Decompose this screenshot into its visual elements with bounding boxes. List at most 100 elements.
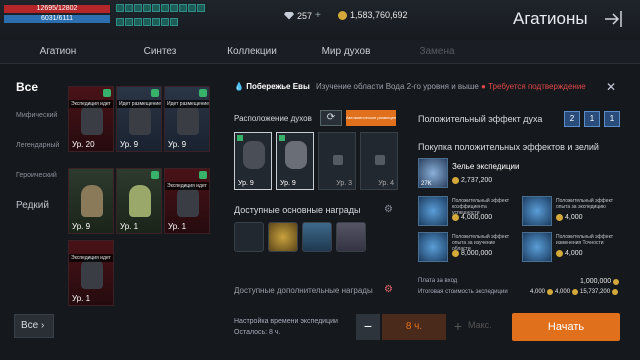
decrease-button[interactable]: − bbox=[356, 314, 380, 340]
filter-legendary[interactable]: Легендарный bbox=[16, 142, 59, 149]
buff-icon[interactable] bbox=[161, 4, 169, 12]
potion-icon[interactable]: 27K bbox=[418, 158, 448, 188]
agathion-level: Ур. 1 bbox=[168, 222, 187, 231]
agathion-status: Идет размещение... bbox=[117, 100, 161, 108]
agathion-card[interactable]: Идет размещение... Ур. 9 bbox=[116, 86, 162, 152]
refresh-button[interactable]: ⟳ bbox=[320, 110, 342, 126]
location-condition: Изучение области Вода 2-го уровня и выше bbox=[316, 82, 479, 91]
increase-button[interactable]: + bbox=[448, 314, 468, 340]
settings-icon[interactable]: ⚙ bbox=[384, 204, 393, 215]
effect-item-price: 4,000,000 bbox=[452, 214, 492, 221]
location-name: Побережье Евы bbox=[246, 82, 310, 91]
gold-coin-icon bbox=[572, 289, 579, 295]
spirit-slot[interactable]: Ур. 9 bbox=[234, 132, 272, 190]
reward-item[interactable] bbox=[268, 222, 298, 252]
buff-icons[interactable] bbox=[116, 4, 206, 30]
agathion-level: Ур. 9 bbox=[72, 222, 91, 231]
tab-collections[interactable]: Коллекции bbox=[204, 40, 300, 64]
buff-icon[interactable] bbox=[161, 17, 169, 26]
effect-counter[interactable]: 2 bbox=[564, 111, 580, 127]
time-left-label: Осталось: 8 ч. bbox=[234, 329, 281, 336]
buff-icon[interactable] bbox=[134, 17, 142, 26]
effect-item-price: 8,000,000 bbox=[452, 250, 492, 257]
gold-coin-icon bbox=[452, 177, 459, 184]
tab-agathion[interactable]: Агатион bbox=[0, 40, 116, 64]
agathion-level: Ур. 1 bbox=[72, 294, 91, 303]
buff-icon[interactable] bbox=[179, 4, 187, 12]
buff-icon[interactable] bbox=[152, 17, 160, 26]
spirit-slot-locked[interactable]: Ур. 3 bbox=[318, 132, 356, 190]
potion-price: 2,737,200 bbox=[452, 177, 492, 184]
mp-bar: 6031/6111 bbox=[4, 15, 110, 23]
reward-item[interactable] bbox=[302, 222, 332, 252]
buff-icon[interactable] bbox=[116, 17, 124, 26]
reward-item[interactable] bbox=[234, 222, 264, 252]
buff-icon[interactable] bbox=[143, 4, 151, 12]
gold-coin-icon bbox=[452, 214, 459, 221]
gold-amount: 1,583,760,692 bbox=[350, 10, 408, 20]
close-icon[interactable]: ✕ bbox=[606, 80, 616, 94]
agathion-level: Ур. 9 bbox=[168, 140, 187, 149]
buff-icon[interactable] bbox=[134, 4, 142, 12]
effect-counter[interactable]: 1 bbox=[584, 111, 600, 127]
settings-icon[interactable]: ⚙ bbox=[384, 284, 393, 295]
filter-rare[interactable]: Редкий bbox=[16, 200, 49, 211]
effect-item-icon[interactable] bbox=[418, 232, 448, 262]
gold-coin-icon bbox=[612, 289, 619, 295]
effect-item-price-value: 8,000,000 bbox=[461, 250, 493, 257]
gold-coin-icon bbox=[613, 278, 620, 285]
effect-item-desc: Положительный эффект изменения Точности bbox=[556, 234, 614, 246]
buff-icon[interactable] bbox=[125, 17, 133, 26]
filter-mythic[interactable]: Мифический bbox=[16, 112, 57, 119]
filter-all[interactable]: Все bbox=[16, 80, 38, 94]
effect-item-icon[interactable] bbox=[522, 196, 552, 226]
agathion-card[interactable]: Экспедиция идет Ур. 1 bbox=[164, 168, 210, 234]
effect-item-icon[interactable] bbox=[522, 232, 552, 262]
water-drop-icon: 💧 bbox=[234, 82, 244, 91]
buff-icon[interactable] bbox=[143, 17, 151, 26]
status-badge bbox=[103, 89, 111, 97]
filter-dropdown[interactable]: Все › bbox=[14, 314, 54, 338]
agathion-card[interactable]: Идет размещение... Ур. 9 bbox=[164, 86, 210, 152]
exit-icon[interactable] bbox=[602, 8, 624, 30]
spirit-level: Ур. 9 bbox=[280, 180, 296, 187]
spirit-slot-locked[interactable]: Ур. 4 bbox=[360, 132, 398, 190]
spirit-placement-title: Расположение духов bbox=[234, 114, 312, 123]
rarity-filter: Все Мифический Легендарный Героический Р… bbox=[0, 64, 62, 354]
start-button[interactable]: Начать bbox=[512, 313, 620, 341]
agathion-card[interactable]: Ур. 1 bbox=[116, 168, 162, 234]
potion-count: 27K bbox=[421, 181, 432, 187]
buff-icon[interactable] bbox=[188, 4, 196, 12]
agathion-card[interactable]: Ур. 9 bbox=[68, 168, 114, 234]
rewards-title: Доступные основные награды bbox=[234, 205, 361, 215]
tab-spirit-world[interactable]: Мир духов bbox=[300, 40, 392, 64]
potion-name: Зелье экспедиции bbox=[452, 162, 520, 171]
auto-place-button[interactable]: Автоматическое размещение bbox=[346, 110, 396, 126]
extra-rewards-title: Доступные дополнительные награды bbox=[234, 286, 373, 295]
buff-icon[interactable] bbox=[116, 4, 124, 12]
agathion-card[interactable]: Экспедиция идет Ур. 1 bbox=[68, 240, 114, 306]
lock-icon bbox=[375, 155, 385, 165]
agathion-status: Экспедиция идет bbox=[69, 100, 113, 108]
add-icon[interactable]: + bbox=[315, 10, 321, 21]
entry-fee: 1,000,000 bbox=[580, 278, 620, 285]
effects-title: Положительный эффект духа bbox=[418, 114, 543, 124]
buff-icon[interactable] bbox=[170, 4, 178, 12]
entry-fee-label: Плата за вход bbox=[418, 278, 458, 284]
buff-icon[interactable] bbox=[125, 4, 133, 12]
tab-replace: Замена bbox=[419, 46, 455, 57]
buff-icon[interactable] bbox=[170, 17, 178, 26]
agathion-level: Ур. 1 bbox=[120, 222, 139, 231]
buff-icon[interactable] bbox=[152, 4, 160, 12]
spirit-slot[interactable]: Ур. 9 bbox=[276, 132, 314, 190]
reward-item[interactable] bbox=[336, 222, 366, 252]
filter-heroic[interactable]: Героический bbox=[16, 172, 57, 179]
tab-synthesis[interactable]: Синтез bbox=[116, 40, 204, 64]
effect-counter[interactable]: 1 bbox=[604, 111, 620, 127]
gold-coin-icon bbox=[452, 250, 459, 257]
effect-item-icon[interactable] bbox=[418, 196, 448, 226]
agathion-card[interactable]: Экспедиция идет Ур. 20 bbox=[68, 86, 114, 152]
max-button[interactable]: Макс. bbox=[468, 320, 492, 330]
agathion-status: Экспедиция идет bbox=[69, 254, 113, 262]
buff-icon[interactable] bbox=[197, 4, 205, 12]
